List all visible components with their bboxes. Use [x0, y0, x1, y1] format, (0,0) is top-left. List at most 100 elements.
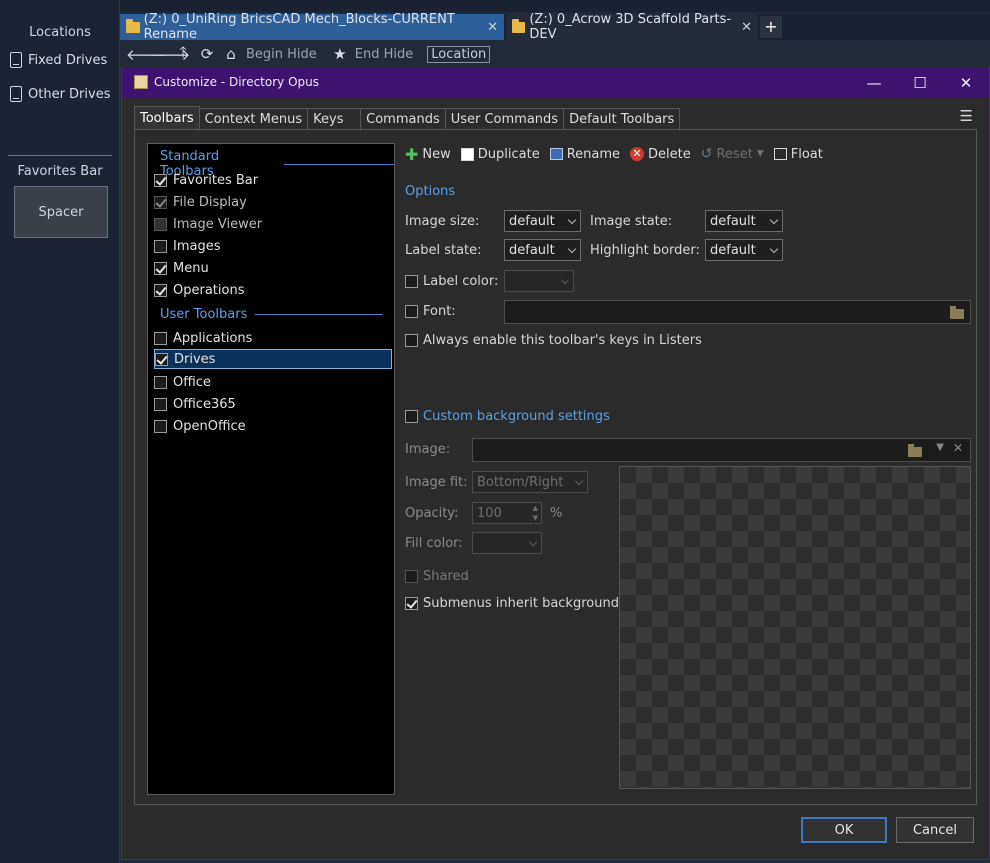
checkbox[interactable]: [154, 283, 167, 297]
close-icon[interactable]: ✕: [487, 20, 498, 35]
image-size-select[interactable]: default: [504, 210, 581, 232]
list-item-images[interactable]: Images: [154, 236, 392, 256]
close-icon[interactable]: ✕: [741, 20, 752, 35]
font-field[interactable]: [504, 300, 971, 324]
float-button[interactable]: Float: [773, 147, 823, 162]
maximize-button[interactable]: ☐: [897, 67, 943, 98]
spacer-button[interactable]: Spacer: [14, 186, 108, 238]
plus-icon: ✚: [405, 144, 419, 164]
opacity-stepper[interactable]: 100 ▲ ▼: [472, 502, 542, 524]
list-item-office365[interactable]: Office365: [154, 394, 392, 414]
user-toolbars-header: User Toolbars: [160, 307, 384, 322]
duplicate-button[interactable]: Duplicate: [460, 147, 540, 162]
checkbox[interactable]: [155, 352, 168, 366]
folder-icon[interactable]: [950, 306, 964, 319]
list-item-menu[interactable]: Menu: [154, 258, 392, 278]
begin-hide-button[interactable]: Begin Hide: [246, 47, 317, 62]
checkbox[interactable]: [405, 305, 418, 318]
list-item-image-viewer[interactable]: Image Viewer: [154, 214, 392, 234]
app-icon: [134, 75, 148, 89]
list-item-openoffice[interactable]: OpenOffice: [154, 416, 392, 436]
fill-color-select[interactable]: [472, 532, 542, 554]
checkbox[interactable]: [405, 570, 418, 583]
list-item-office[interactable]: Office: [154, 372, 392, 392]
tab-commands[interactable]: Commands: [360, 108, 446, 130]
background-image-field[interactable]: ▼ ✕: [472, 438, 971, 462]
checkbox[interactable]: [154, 173, 167, 187]
sidebar-item-fixed-drives[interactable]: Fixed Drives: [10, 48, 107, 72]
folder-icon[interactable]: [908, 444, 922, 457]
checkbox[interactable]: [154, 195, 167, 209]
stepper-arrows-icon[interactable]: ▲ ▼: [533, 503, 538, 523]
forward-arrow-icon[interactable]: 🡒: [150, 45, 190, 64]
reset-button[interactable]: ↺ Reset ▼: [701, 146, 764, 162]
list-item-applications[interactable]: Applications: [154, 328, 392, 348]
fill-color-label: Fill color:: [405, 536, 463, 551]
rename-button[interactable]: Rename: [549, 147, 620, 162]
drive-icon: [10, 52, 22, 68]
always-enable-keys-row[interactable]: Always enable this toolbar's keys in Lis…: [405, 333, 702, 348]
chevron-down-icon[interactable]: ▼: [936, 442, 944, 453]
label-state-select[interactable]: default: [504, 239, 581, 261]
folder-tab-uniring[interactable]: (Z:) 0_UniRing BricsCAD Mech_Blocks-CURR…: [120, 12, 504, 42]
tab-user-commands[interactable]: User Commands: [444, 108, 565, 130]
up-arrow-icon[interactable]: 🡑: [174, 42, 192, 67]
submenus-inherit-row[interactable]: Submenus inherit background: [405, 596, 619, 611]
chevron-down-icon: ▼: [756, 149, 764, 159]
locations-sidebar: Locations Fixed Drives Other Drives Favo…: [0, 0, 120, 863]
location-button[interactable]: Location: [427, 45, 491, 63]
label-color-row[interactable]: Label color:: [405, 274, 498, 289]
end-hide-button[interactable]: End Hide: [355, 47, 413, 62]
dialog-title: Customize - Directory Opus: [154, 75, 319, 89]
label-color-select[interactable]: [504, 270, 574, 292]
star-icon[interactable]: ★: [331, 45, 349, 63]
close-button[interactable]: ✕: [943, 67, 989, 98]
new-tab-button[interactable]: +: [760, 16, 782, 38]
refresh-icon[interactable]: ⟳: [198, 45, 216, 63]
checkbox[interactable]: [154, 217, 167, 231]
locations-header: Locations: [29, 25, 91, 40]
custom-background-row[interactable]: Custom background settings: [405, 409, 610, 424]
tab-context-menus[interactable]: Context Menus: [198, 108, 309, 130]
home-icon[interactable]: ⌂: [222, 45, 240, 63]
sidebar-item-other-drives[interactable]: Other Drives: [10, 82, 110, 106]
checkbox[interactable]: [405, 275, 418, 288]
shared-row[interactable]: Shared: [405, 569, 469, 584]
sidebar-item-label: Fixed Drives: [28, 52, 108, 68]
list-item-drives[interactable]: Drives: [154, 349, 392, 369]
new-button[interactable]: ✚ New: [405, 145, 451, 164]
folder-icon: [126, 18, 140, 33]
highlight-border-select[interactable]: default: [705, 239, 783, 261]
checkbox[interactable]: [405, 410, 418, 423]
folder-tab-acrow[interactable]: (Z:) 0_Acrow 3D Scaffold Parts-DEV ✕: [506, 12, 758, 42]
font-row[interactable]: Font:: [405, 304, 456, 319]
tab-default-toolbars[interactable]: Default Toolbars: [563, 108, 681, 130]
checkbox[interactable]: [154, 419, 167, 433]
menu-icon[interactable]: ☰: [960, 107, 973, 125]
clear-icon[interactable]: ✕: [953, 441, 963, 455]
tab-toolbars[interactable]: Toolbars: [134, 106, 200, 130]
tab-keys[interactable]: Keys: [307, 108, 362, 130]
image-state-select[interactable]: default: [705, 210, 783, 232]
toolbar-list[interactable]: Standard Toolbars Favorites Bar File Dis…: [147, 143, 395, 795]
image-fit-select[interactable]: Bottom/Right: [472, 471, 588, 493]
list-item-favorites-bar[interactable]: Favorites Bar: [154, 170, 392, 190]
sidebar-item-label: Other Drives: [28, 86, 111, 102]
minimize-button[interactable]: —: [851, 67, 897, 98]
checkbox[interactable]: [154, 331, 167, 345]
favorites-bar-header: Favorites Bar: [17, 164, 103, 179]
back-arrow-icon[interactable]: 🡐: [126, 45, 166, 64]
ok-button[interactable]: OK: [801, 817, 887, 843]
cancel-button[interactable]: Cancel: [896, 817, 974, 843]
checkbox[interactable]: [154, 397, 167, 411]
checkbox[interactable]: [405, 334, 418, 347]
customize-dialog: Customize - Directory Opus — ☐ ✕ ☰ Toolb…: [121, 67, 990, 860]
delete-button[interactable]: ✕ Delete: [630, 147, 691, 162]
checkbox[interactable]: [154, 239, 167, 253]
checkbox[interactable]: [154, 261, 167, 275]
list-item-operations[interactable]: Operations: [154, 280, 392, 300]
checkbox[interactable]: [405, 597, 418, 610]
list-item-file-display[interactable]: File Display: [154, 192, 392, 212]
highlight-border-label: Highlight border:: [590, 243, 700, 258]
checkbox[interactable]: [154, 375, 167, 389]
